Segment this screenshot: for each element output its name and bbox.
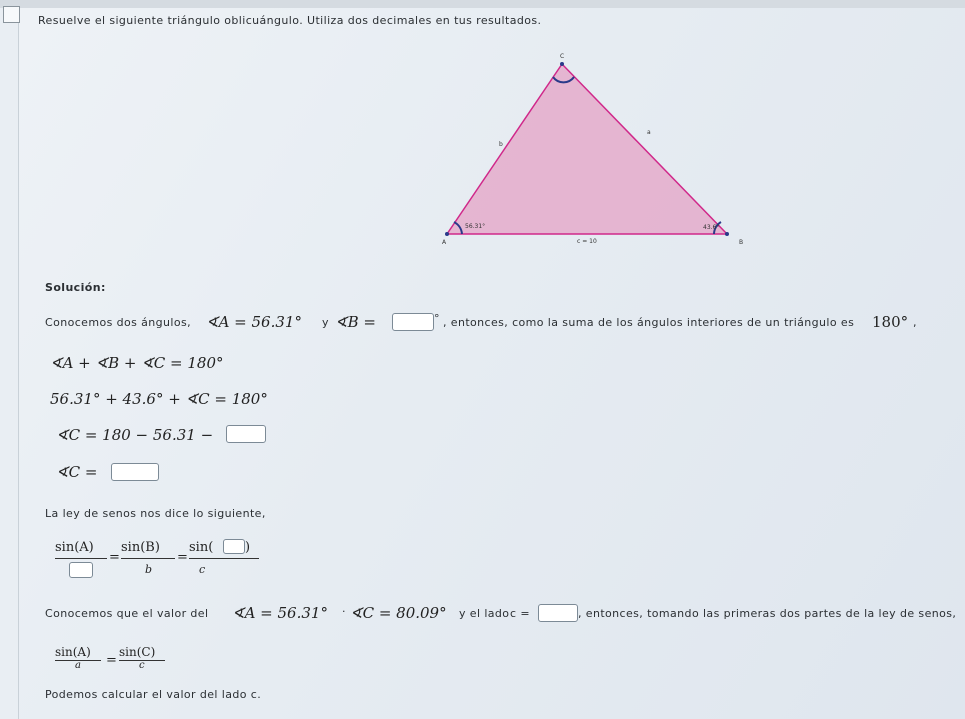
law-den-c: c <box>199 563 206 576</box>
angle-a-expression: ∢A = 56.31° <box>206 313 302 331</box>
line2-angle-a: ∢A = 56.31° <box>232 604 328 622</box>
angle-b-input[interactable] <box>392 313 434 331</box>
equation-substituted: 56.31° + 43.6° + ∢C = 180° <box>50 390 268 408</box>
separator-dot: · <box>342 605 346 618</box>
vertex-a-label: A <box>442 239 447 246</box>
sine-ratio-formula: sin(A) a = sin(C) c <box>55 645 195 675</box>
equation-angle-c: ∢C = 180 − 56.31 − <box>56 426 214 444</box>
equation-angle-c-result: ∢C = <box>56 463 98 481</box>
law-fraction-bar-1 <box>55 558 107 559</box>
vertex-a-point <box>445 232 449 236</box>
law-num-sin-open: sin( <box>189 540 214 555</box>
solution-heading: Solución: <box>45 281 106 294</box>
side-text: y el lado <box>459 607 510 620</box>
known-value-text: Conocemos que el valor del <box>45 607 209 620</box>
side-a-input[interactable] <box>69 562 93 578</box>
law-fraction-bar-2 <box>121 558 175 559</box>
equation-angle-sum: ∢A + ∢B + ∢C = 180° <box>50 354 224 372</box>
vertex-c-label: C <box>560 53 564 60</box>
law-equals-1: = <box>109 550 120 565</box>
law-num-sin-close: ) <box>245 540 251 555</box>
ratio-num-sin-c: sin(C) <box>119 645 156 659</box>
ratio-den-a: a <box>75 660 81 671</box>
angle-a-label: 56.31° <box>465 223 485 230</box>
sum-180: 180° <box>872 313 909 331</box>
law-fraction-bar-3 <box>189 558 259 559</box>
conjunction-text: y <box>322 316 329 329</box>
vertex-c-point <box>560 62 564 66</box>
final-instruction-text: Podemos calcular el valor del lado c. <box>45 688 262 701</box>
ratio-den-c: c <box>139 660 145 671</box>
vertex-b-point <box>725 232 729 236</box>
ratio-num-sin-a: sin(A) <box>55 645 91 659</box>
side-c-label: c = 10 <box>577 238 597 245</box>
angle-name-input[interactable] <box>223 539 245 554</box>
law-equals-2: = <box>177 550 188 565</box>
side-c-label-text: c = <box>510 607 530 620</box>
side-b-label: b <box>499 141 503 148</box>
angle-b-expression: ∢B = <box>335 313 376 331</box>
angle-b-label: 43.6° <box>703 224 719 231</box>
law-num-sin-b: sin(B) <box>121 540 160 555</box>
known-angles-text: Conocemos dos ángulos, <box>45 316 192 329</box>
law-num-sin-a: sin(A) <box>55 540 94 555</box>
subtraction-input[interactable] <box>226 425 266 443</box>
vertex-b-label: B <box>739 239 743 246</box>
law-of-sines-formula: sin(A) = sin(B) b = sin( ) c <box>55 539 275 580</box>
comma-text: , <box>913 316 917 329</box>
triangle-shape <box>445 62 729 235</box>
first-two-parts-text: , entonces, tomando las primeras dos par… <box>578 607 957 620</box>
ratio-equals: = <box>106 653 117 668</box>
angle-c-input[interactable] <box>111 463 159 481</box>
side-c-input[interactable] <box>538 604 578 622</box>
line2-angle-c: ∢C = 80.09° <box>350 604 447 622</box>
degree-symbol: ° <box>434 312 440 325</box>
law-of-sines-text: La ley de senos nos dice lo siguiente, <box>45 507 266 520</box>
side-a-label: a <box>647 129 651 136</box>
law-den-b: b <box>145 563 153 576</box>
sum-explanation-text: , entonces, como la suma de los ángulos … <box>443 316 855 329</box>
